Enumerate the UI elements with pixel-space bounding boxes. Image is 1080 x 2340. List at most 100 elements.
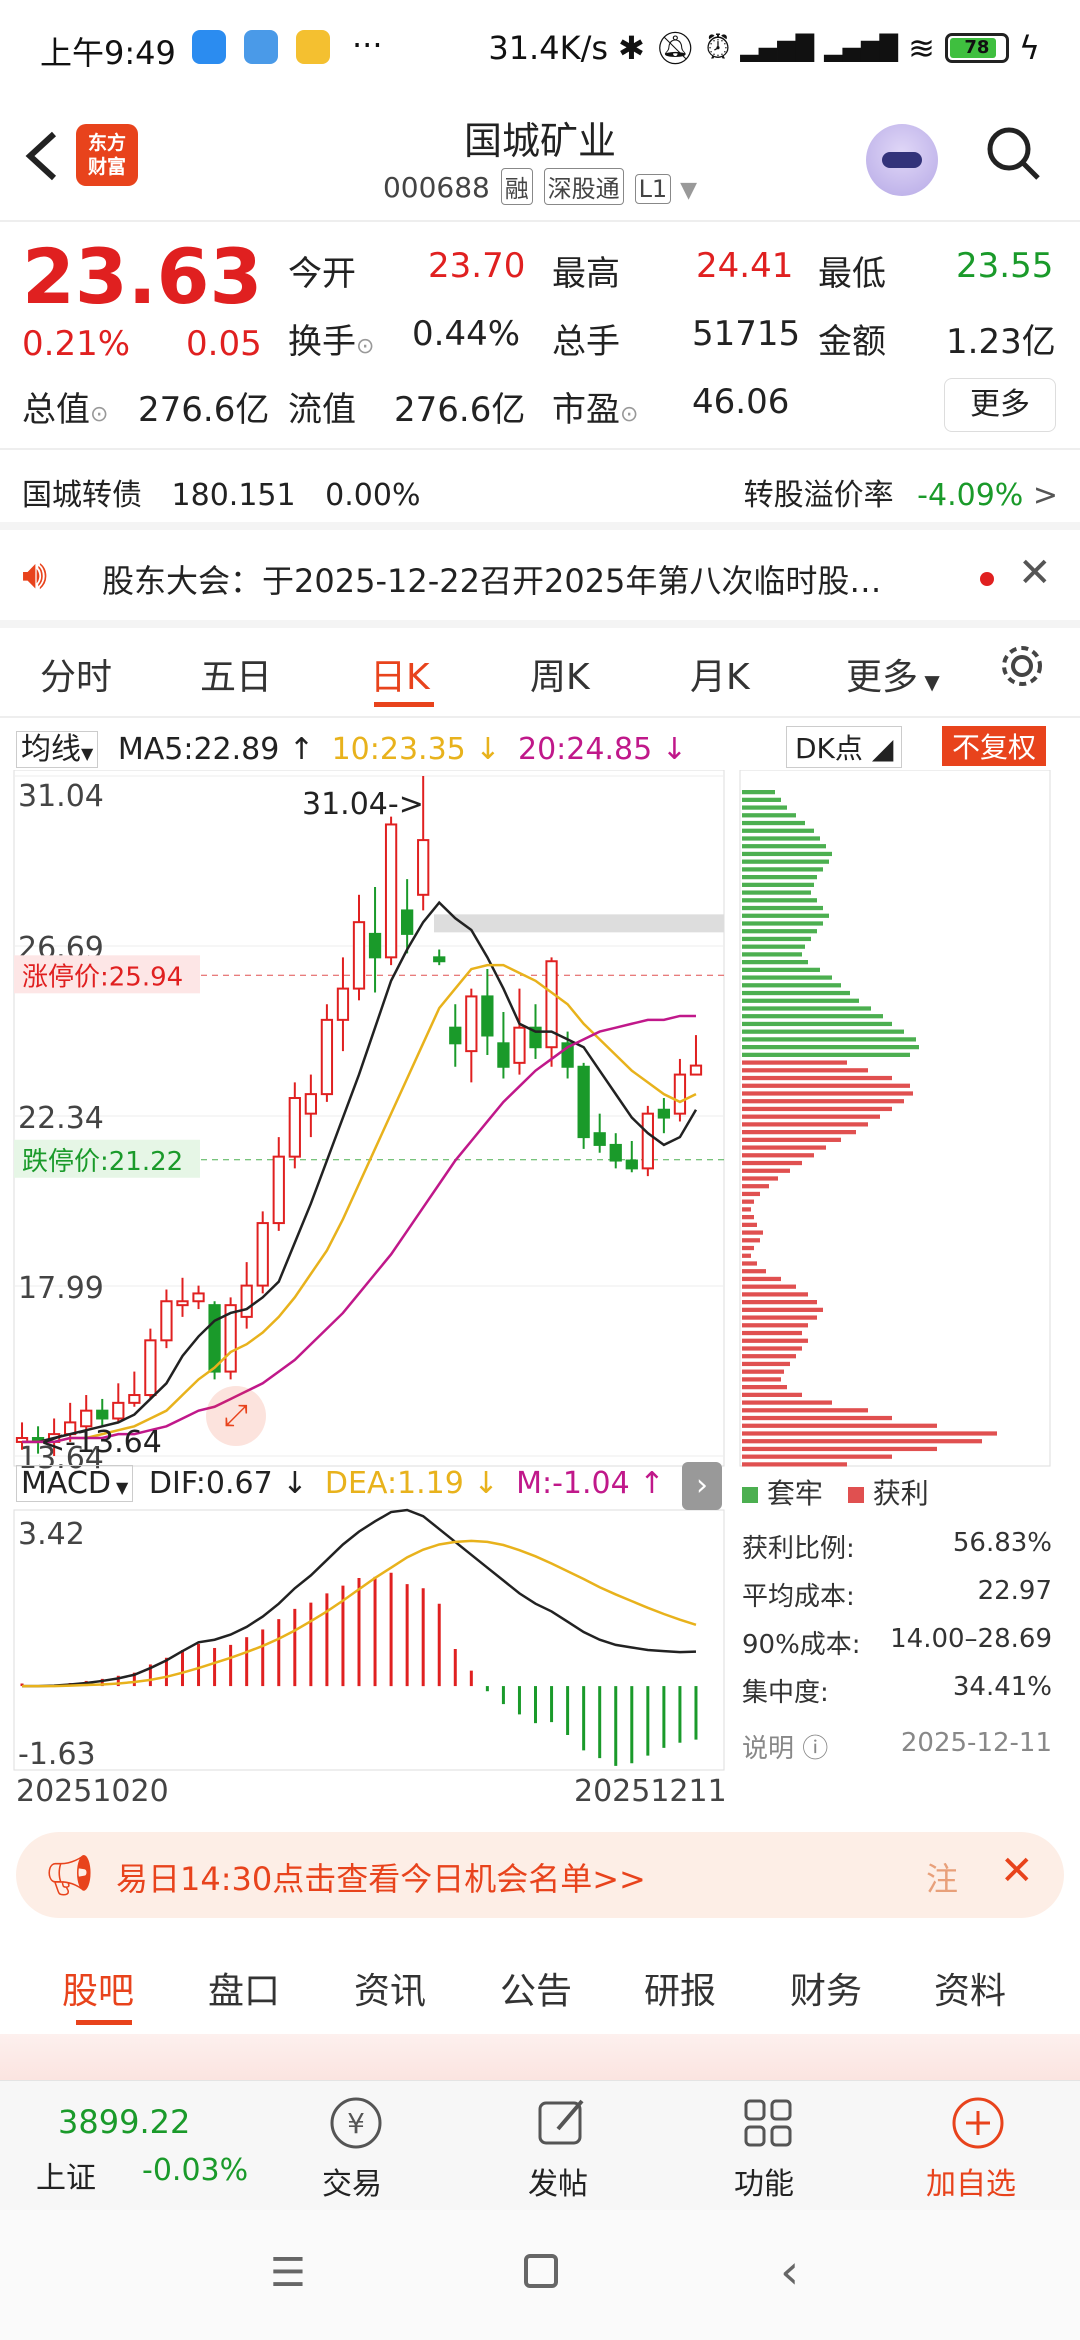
chip-bar-profit (742, 1330, 802, 1336)
candle-body (465, 995, 478, 1053)
ma-legend: 均线▼ MA5:22.89 ↑ 10:23.35 ↓ 20:24.85 ↓ (16, 724, 687, 768)
tab-order-book[interactable]: 盘口 (208, 1962, 280, 2014)
chip-bar-trapped (742, 983, 841, 988)
index-name: 上证 (36, 2161, 96, 2196)
notification-app-icon-2 (244, 30, 278, 64)
dk-point-selector[interactable]: DK点 ◢ (786, 726, 903, 768)
index-pct: -0.03% (142, 2153, 249, 2188)
chip-bar-trapped (742, 836, 820, 841)
bond-info[interactable]: 国城转债 180.151 0.00% (22, 470, 420, 514)
amount-label: 金额 (818, 322, 886, 362)
chip-bar-profit (742, 1145, 826, 1150)
notice-bar[interactable]: 🔊︎ 股东大会：于2025-12-22召开2025年第八次临时股… ✕ (0, 530, 1080, 622)
home-icon[interactable] (524, 2254, 558, 2288)
candle-body (433, 956, 446, 963)
promo-banner[interactable]: 📢︎ 易日14:30点击查看今日机会名单>> 注 ✕ (16, 1832, 1064, 1918)
tab-daily-k[interactable]: 日K (370, 648, 430, 700)
ma-selector[interactable]: 均线▼ (16, 731, 99, 768)
chip-bar-trapped (742, 844, 826, 849)
dea-value: DEA:1.19 (324, 1466, 464, 1501)
gear-icon[interactable] (996, 640, 1048, 701)
adjust-toggle[interactable]: 不复权 (942, 726, 1047, 766)
info-icon: ⊙ (90, 402, 109, 427)
tab-monthly-k[interactable]: 月K (690, 648, 750, 700)
candle-body (689, 1064, 703, 1076)
chip-bar-profit (742, 1230, 763, 1235)
chip-bar-profit (742, 1091, 913, 1096)
chip-bar-profit (742, 1354, 796, 1359)
chip-bar-profit (742, 1284, 796, 1289)
candle-body (673, 1073, 687, 1115)
info-icon: ⊙ (356, 334, 375, 359)
chip-bar-profit (742, 1083, 910, 1088)
stock-code: 000688 (382, 171, 490, 204)
chip-bar-trapped (742, 998, 859, 1003)
info-icon[interactable]: 说明 ⓘ (742, 1728, 828, 1776)
add-watchlist-label[interactable]: 加自选 (926, 2159, 1016, 2203)
chip-bar-profit (742, 1338, 808, 1343)
close-icon[interactable]: ✕ (1018, 550, 1052, 596)
candle-body (240, 1284, 253, 1318)
more-quote-button[interactable]: 更多 (944, 378, 1056, 432)
active-tab-indicator (374, 702, 434, 707)
chip-bar-profit (742, 1191, 760, 1197)
high-value: 24.41 (696, 246, 794, 286)
status-bar: 上午9:49 ··· 31.4K/s ✱ 🔕︎ ⏰︎ ▂▄▆█ ▂▄▆█ ≋ 7… (0, 0, 1080, 96)
chevron-right-icon[interactable]: › (682, 1462, 722, 1510)
trade-icon[interactable]: ¥ (326, 2095, 386, 2151)
candle-body (176, 1300, 189, 1307)
candle-body (192, 1292, 205, 1303)
assistant-avatar-icon[interactable] (866, 124, 938, 196)
candle-body (513, 1026, 526, 1064)
post-label[interactable]: 发帖 (528, 2159, 588, 2203)
chip-stats: 获利比例: 56.83% 平均成本: 22.97 90%成本: 14.00–28.69… (742, 1528, 1052, 1776)
chip-bar-profit (742, 1269, 766, 1274)
tab-guba[interactable]: 股吧 (62, 1962, 134, 2014)
candle-body (657, 1108, 671, 1119)
chip-bar-profit (742, 1068, 868, 1073)
tab-five-day[interactable]: 五日 (200, 648, 272, 700)
trade-label[interactable]: 交易 (322, 2159, 382, 2203)
tab-announcements[interactable]: 公告 (500, 1962, 572, 2014)
add-watchlist-icon[interactable] (948, 2095, 1008, 2151)
bond-premium[interactable]: 转股溢价率 -4.09% > (744, 470, 1058, 514)
features-icon[interactable] (738, 2095, 798, 2151)
tab-research[interactable]: 研报 (644, 1962, 716, 2014)
tab-more[interactable]: 更多 ▼ (846, 648, 940, 700)
chevron-down-icon[interactable]: ▼ (680, 178, 697, 203)
chip-bar-profit (742, 1392, 802, 1397)
tab-finance[interactable]: 财务 (790, 1962, 862, 2014)
tag-level: L1 (634, 174, 672, 204)
tab-weekly-k[interactable]: 周K (530, 648, 590, 700)
candle-body (577, 1065, 590, 1139)
tag-margin: 融 (500, 168, 533, 205)
market-cap-value: 276.6亿 (138, 390, 270, 430)
close-icon[interactable]: ✕ (1000, 1848, 1034, 1894)
signal-icon-2: ▂▄▆█ (824, 33, 899, 62)
index-value[interactable]: 3899.22 (58, 2103, 190, 2141)
back-nav-icon[interactable]: ‹ (780, 2244, 799, 2300)
chip-bar-trapped (742, 929, 817, 934)
post-icon[interactable] (532, 2095, 592, 2151)
candle-body (336, 987, 350, 1021)
bond-price: 180.151 (171, 478, 296, 513)
tab-intraday[interactable]: 分时 (40, 648, 112, 700)
tab-news[interactable]: 资讯 (354, 1962, 426, 2014)
chip-bar-profit (742, 1400, 832, 1405)
mute-icon: 🔕︎ (654, 28, 696, 67)
chip-bar-trapped (742, 921, 823, 926)
stock-header: 东方 财富 国城矿业 000688 融 深股通 L1 ▼ (0, 96, 1080, 222)
search-icon[interactable] (984, 124, 1042, 182)
chip-bar-profit (742, 1075, 892, 1081)
macd-selector[interactable]: MACD ▼ (16, 1465, 134, 1502)
notification-app-icon-3 (296, 30, 330, 64)
menu-icon[interactable]: ☰ (270, 2250, 306, 2296)
chip-bar-profit (742, 1423, 937, 1428)
high-marker: 31.04-> (302, 787, 424, 822)
tab-profile[interactable]: 资料 (934, 1962, 1006, 2014)
alarm-icon: ⏰︎ (705, 28, 731, 66)
expand-icon[interactable]: ⤢ (206, 1386, 266, 1446)
features-label[interactable]: 功能 (734, 2159, 794, 2203)
low-marker: <-13.64 (40, 1425, 162, 1460)
section-tabs: 股吧 盘口 资讯 公告 研报 财务 资料 (0, 1958, 1080, 2038)
